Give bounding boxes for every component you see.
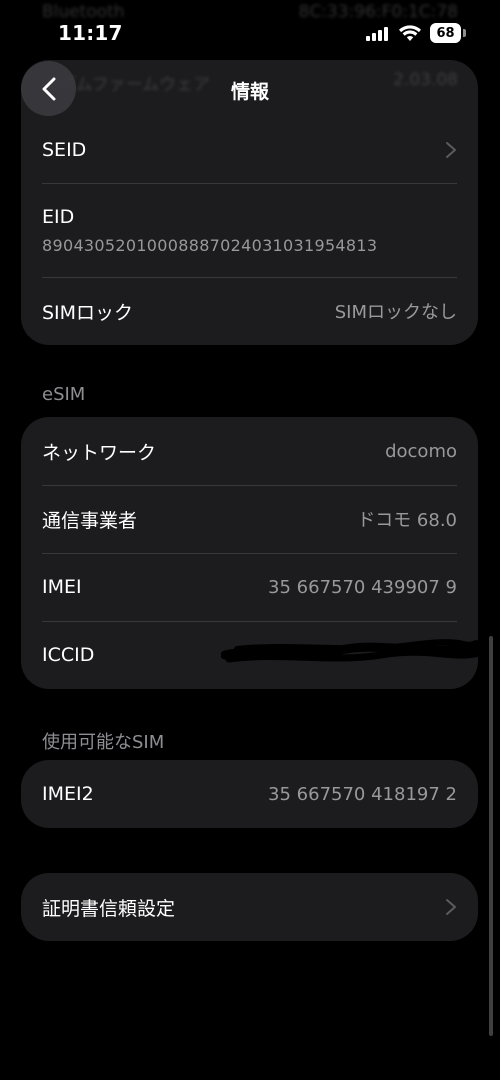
imei-value: 35 667570 439907 9 [268,576,457,598]
network-label: ネットワーク [42,441,157,464]
carrier-label: 通信事業者 [42,509,138,532]
available-sim-card: IMEI2 35 667570 418197 2 [21,760,478,828]
page-title: 情報 [230,81,269,103]
status-time: 11:17 [58,21,123,45]
settings-about-screen: Bluetooth 8C:33:96:F0:1C:78 SEID EID 890… [0,0,500,1080]
status-bar: 11:17 68 [0,0,500,58]
seid-row[interactable]: SEID [21,116,478,183]
iccid-label: ICCID [42,644,95,666]
battery-level: 68 [436,25,455,41]
imei2-label: IMEI2 [42,783,94,805]
eid-label: EID [42,205,75,228]
carrier-row: 通信事業者 ドコモ 68.0 [21,485,478,553]
seid-label: SEID [42,138,87,161]
iccid-row: ICCID [21,621,478,689]
imei2-value: 35 667570 418197 2 [268,783,457,805]
cert-trust-row[interactable]: 証明書信頼設定 [21,873,478,941]
eid-value: 89043052010008887024031031954813 [42,235,378,255]
battery-cap [463,29,466,37]
network-value: docomo [385,440,457,462]
redaction-scribble [221,639,478,663]
simlock-row: SIMロック SIMロックなし [21,277,478,345]
carrier-value: ドコモ 68.0 [357,510,457,531]
imei-row: IMEI 35 667570 439907 9 [21,553,478,621]
simlock-label: SIMロック [42,301,134,324]
scroll-indicator[interactable] [489,636,493,1036]
wifi-icon [399,25,421,41]
imei2-row: IMEI2 35 667570 418197 2 [21,760,478,828]
esim-card: ネットワーク docomo 通信事業者 ドコモ 68.0 IMEI 35 667… [21,417,478,689]
network-row: ネットワーク docomo [21,417,478,485]
esim-section-header: eSIM [42,384,86,405]
battery-icon: 68 [430,23,461,43]
imei-label: IMEI [42,576,82,598]
chevron-right-icon [446,141,456,158]
cert-trust-card: 証明書信頼設定 [21,873,478,941]
cert-trust-label: 証明書信頼設定 [42,897,176,920]
cellular-signal-icon [366,26,388,41]
eid-row[interactable]: EID 89043052010008887024031031954813 [21,183,478,277]
simlock-value: SIMロックなし [334,302,457,323]
available-sim-section-header: 使用可能なSIM [42,732,165,753]
chevron-right-icon [446,899,456,915]
